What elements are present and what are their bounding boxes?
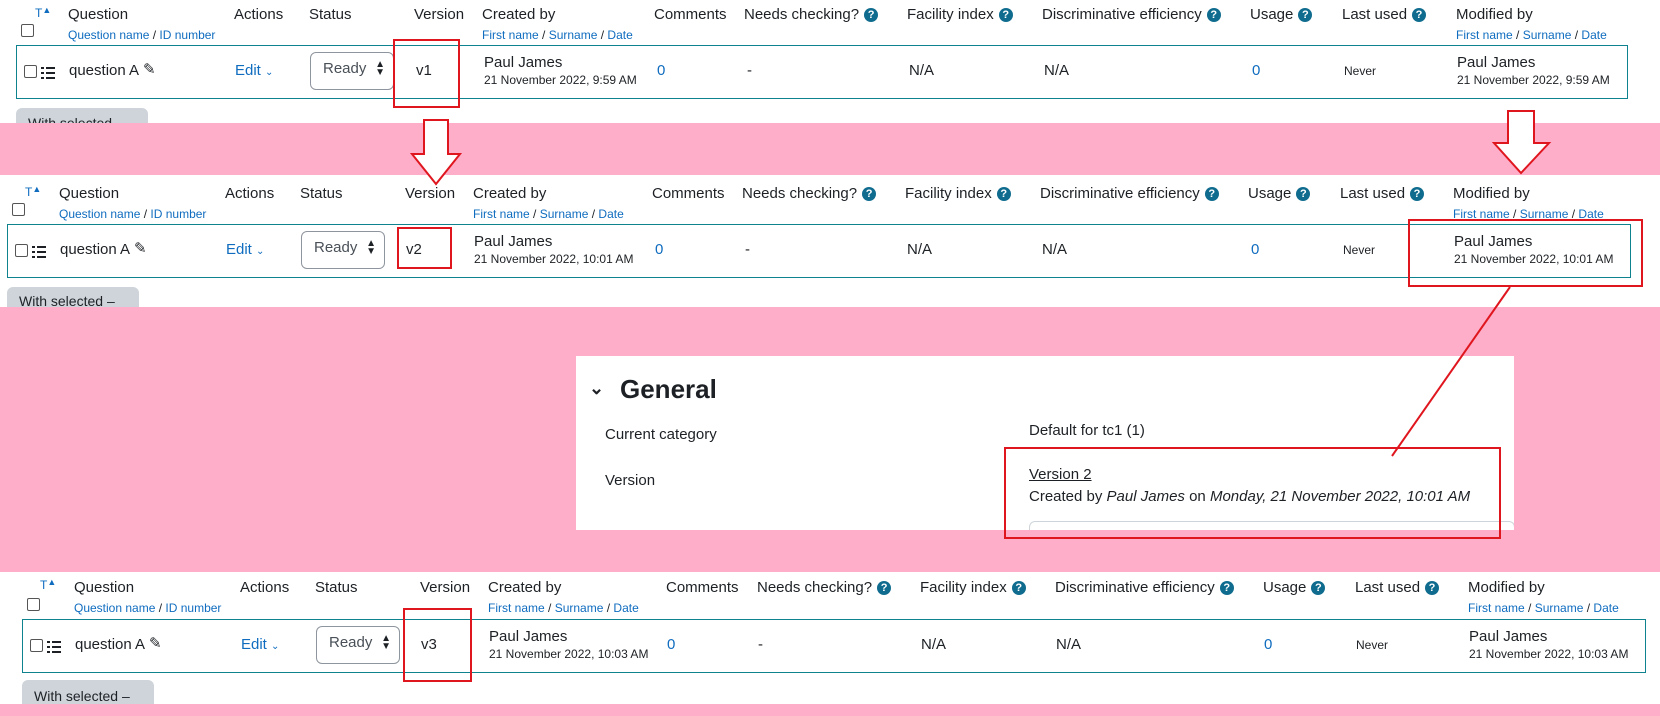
connector-line: [1391, 286, 1511, 457]
annotation-arrows: [409, 110, 1552, 457]
down-arrow-icon: [409, 119, 463, 186]
down-arrow-icon: [1491, 110, 1552, 175]
